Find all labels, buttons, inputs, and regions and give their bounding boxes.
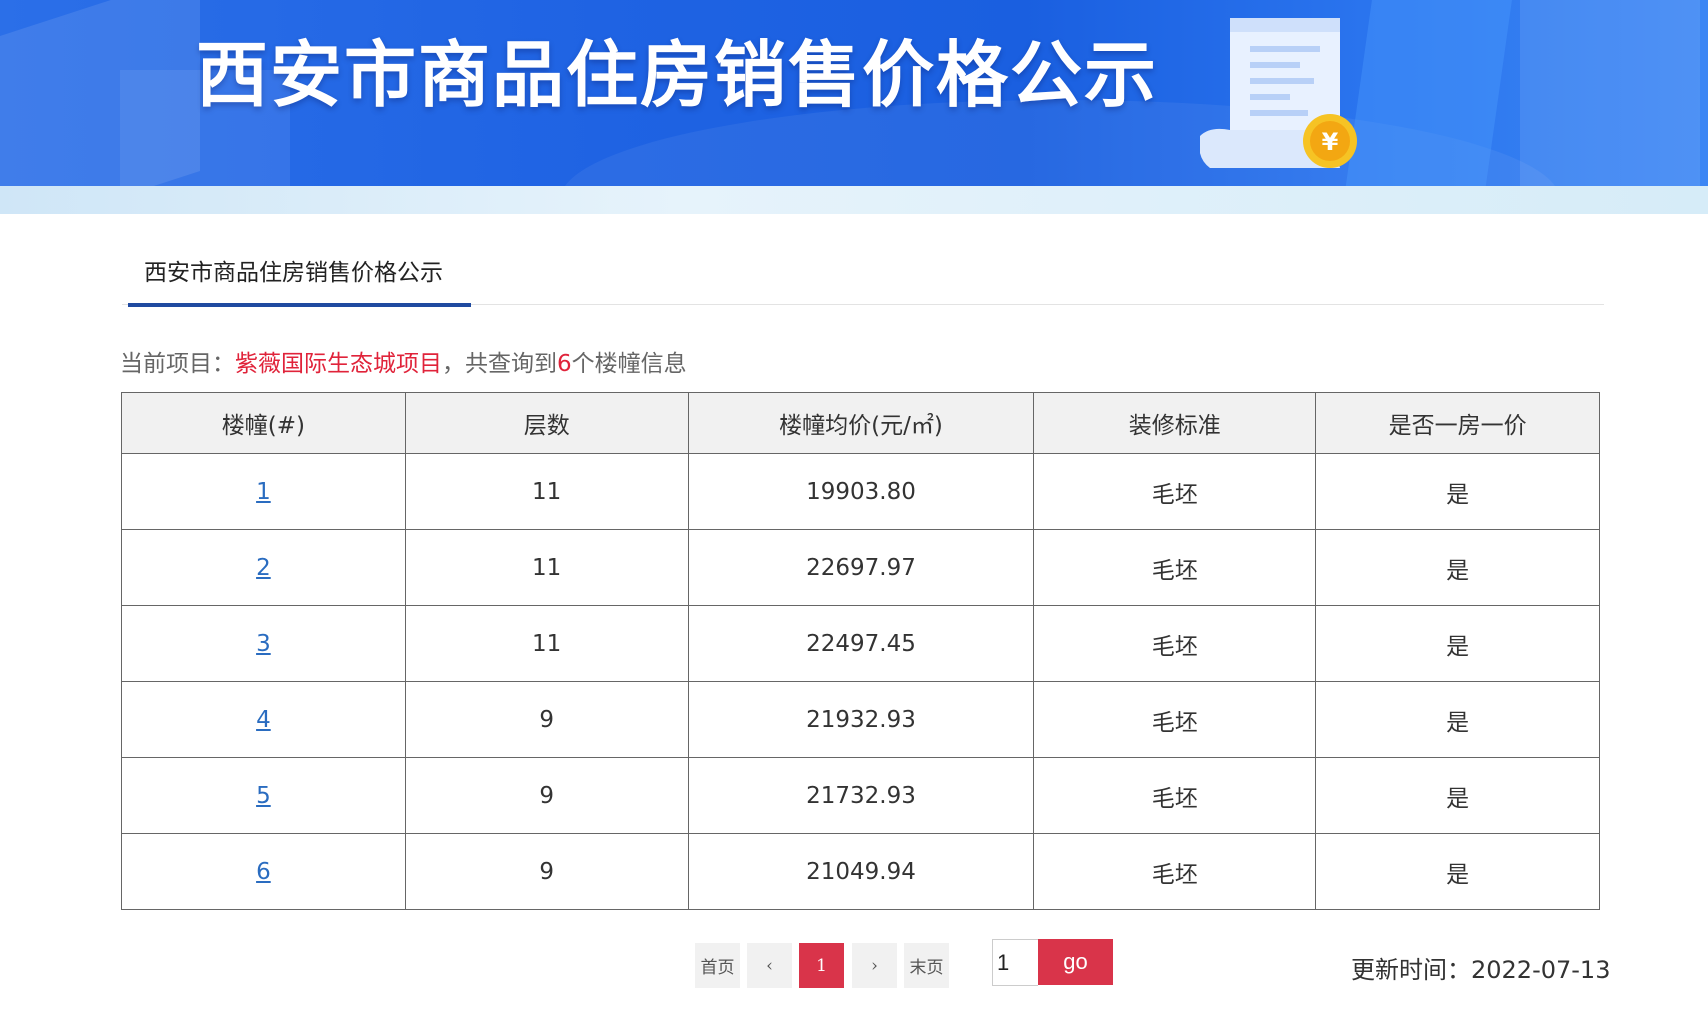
summary-middle: ，共查询到 — [442, 351, 557, 377]
next-page-button[interactable]: › — [852, 943, 897, 988]
building-link[interactable]: 5 — [256, 783, 271, 809]
cell-floors: 11 — [404, 605, 689, 682]
header-decoration: 装修标准 — [1033, 392, 1317, 454]
header-banner: 西安市商品住房销售价格公示 ¥ — [0, 0, 1708, 186]
summary-suffix: 个楼幢信息 — [571, 351, 687, 377]
buildings-table: 楼幢(#) 层数 楼幢均价(元/㎡) 装修标准 是否一房一价 1 11 1990… — [121, 392, 1600, 910]
query-summary: 当前项目：紫薇国际生态城项目，共查询到6个楼幢信息 — [120, 348, 687, 380]
cell-avg-price: 21932.93 — [687, 681, 1035, 758]
cell-floors: 11 — [404, 529, 689, 606]
first-page-button[interactable]: 首页 — [695, 943, 740, 988]
table-row: 4 9 21932.93 毛坯 是 — [121, 681, 1600, 758]
summary-prefix: 当前项目： — [120, 351, 235, 377]
page-number-button[interactable]: 1 — [799, 943, 844, 988]
tab-active-indicator — [128, 303, 471, 307]
table-row: 6 9 21049.94 毛坯 是 — [121, 833, 1600, 910]
cell-decoration: 毛坯 — [1033, 833, 1317, 910]
banner-stripe — [0, 186, 1708, 214]
cell-decoration: 毛坯 — [1033, 757, 1317, 834]
table-row: 1 11 19903.80 毛坯 是 — [121, 453, 1600, 530]
building-link[interactable]: 4 — [256, 707, 271, 733]
table-row: 5 9 21732.93 毛坯 是 — [121, 757, 1600, 834]
last-page-button[interactable]: 末页 — [904, 943, 949, 988]
cell-one-price: 是 — [1315, 681, 1600, 758]
banner-title: 西安市商品住房销售价格公示 — [196, 33, 1159, 117]
cell-one-price: 是 — [1315, 833, 1600, 910]
header-floors: 层数 — [404, 392, 689, 454]
cell-floors: 9 — [404, 757, 689, 834]
go-button[interactable]: go — [1038, 939, 1113, 985]
banner-decoration — [1520, 0, 1700, 186]
page-jump-input[interactable] — [992, 939, 1038, 986]
cell-avg-price: 21732.93 — [687, 757, 1035, 834]
cell-avg-price: 21049.94 — [687, 833, 1035, 910]
cell-avg-price: 22697.97 — [687, 529, 1035, 606]
tab-title[interactable]: 西安市商品住房销售价格公示 — [144, 258, 443, 288]
cell-building: 2 — [121, 529, 406, 606]
cell-avg-price: 19903.80 — [687, 453, 1035, 530]
cell-building: 3 — [121, 605, 406, 682]
cell-one-price: 是 — [1315, 757, 1600, 834]
cell-decoration: 毛坯 — [1033, 453, 1317, 530]
cell-floors: 11 — [404, 453, 689, 530]
building-count: 6 — [557, 351, 572, 377]
building-link[interactable]: 2 — [256, 555, 271, 581]
cell-one-price: 是 — [1315, 605, 1600, 682]
coin-symbol: ¥ — [1322, 128, 1339, 156]
header-one-price: 是否一房一价 — [1315, 392, 1600, 454]
document-coin-icon: ¥ — [1200, 18, 1357, 168]
cell-avg-price: 22497.45 — [687, 605, 1035, 682]
building-link[interactable]: 6 — [256, 859, 271, 885]
cell-building: 1 — [121, 453, 406, 530]
table-header-row: 楼幢(#) 层数 楼幢均价(元/㎡) 装修标准 是否一房一价 — [121, 392, 1600, 454]
cell-one-price: 是 — [1315, 529, 1600, 606]
cell-floors: 9 — [404, 681, 689, 758]
cell-decoration: 毛坯 — [1033, 681, 1317, 758]
cell-floors: 9 — [404, 833, 689, 910]
table-row: 2 11 22697.97 毛坯 是 — [121, 529, 1600, 606]
prev-page-button[interactable]: ‹ — [747, 943, 792, 988]
table-row: 3 11 22497.45 毛坯 是 — [121, 605, 1600, 682]
cell-building: 6 — [121, 833, 406, 910]
header-avg-price: 楼幢均价(元/㎡) — [687, 392, 1035, 454]
project-name: 紫薇国际生态城项目 — [235, 351, 442, 377]
cell-decoration: 毛坯 — [1033, 529, 1317, 606]
update-time: 更新时间：2022-07-13 — [1351, 956, 1611, 984]
cell-decoration: 毛坯 — [1033, 605, 1317, 682]
cell-one-price: 是 — [1315, 453, 1600, 530]
building-link[interactable]: 3 — [256, 631, 271, 657]
cell-building: 4 — [121, 681, 406, 758]
header-building: 楼幢(#) — [121, 392, 406, 454]
building-link[interactable]: 1 — [256, 479, 271, 505]
cell-building: 5 — [121, 757, 406, 834]
